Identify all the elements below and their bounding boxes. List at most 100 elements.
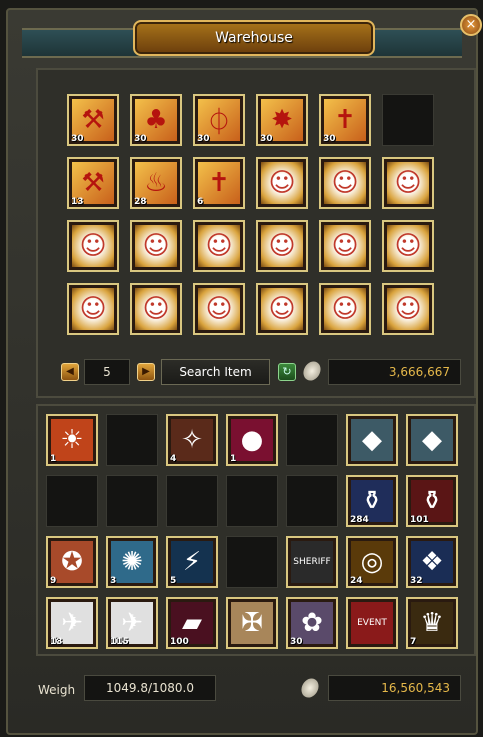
npc-portrait-icon: ☺: [387, 288, 429, 330]
item-quantity: 24: [350, 576, 363, 586]
empty-slot[interactable]: [286, 414, 338, 466]
item-slot[interactable]: ☀ 1: [46, 414, 98, 466]
item-quantity: 32: [410, 576, 423, 586]
item-slot[interactable]: ⚡ 5: [166, 536, 218, 588]
weight-value: 1049.8/1080.0: [84, 675, 216, 701]
npc-portrait-icon: ☺: [261, 225, 303, 267]
item-slot[interactable]: ♛ 7: [406, 597, 458, 649]
item-slot[interactable]: ☺: [256, 157, 308, 209]
flame-scroll-icon: ✧: [171, 419, 213, 461]
item-slot[interactable]: ☺: [382, 283, 434, 335]
item-quantity: 101: [410, 515, 429, 525]
weigh-label: Weigh: [38, 683, 76, 697]
item-quantity: 3: [110, 576, 117, 586]
item-slot[interactable]: ✿ 30: [286, 597, 338, 649]
item-slot[interactable]: ⏀ 30: [193, 94, 245, 146]
item-slot[interactable]: ✝ 6: [193, 157, 245, 209]
empty-slot[interactable]: [166, 475, 218, 527]
item-slot[interactable]: SHERIFF: [286, 536, 338, 588]
item-quantity: 13: [71, 197, 84, 207]
item-slot[interactable]: ☺: [193, 283, 245, 335]
item-slot[interactable]: ● 1: [226, 414, 278, 466]
royal-crest-icon: ♛: [411, 602, 453, 644]
item-slot[interactable]: ⚒ 30: [67, 94, 119, 146]
warehouse-gold: 3,666,667: [328, 359, 461, 385]
item-slot[interactable]: ◆: [346, 414, 398, 466]
empty-slot[interactable]: [226, 475, 278, 527]
event-box-icon: EVENT: [351, 602, 393, 644]
item-slot[interactable]: ♨ 28: [130, 157, 182, 209]
next-page-button[interactable]: ▶: [137, 363, 155, 381]
npc-portrait-icon: ☺: [324, 162, 366, 204]
npc-portrait-icon: ☺: [324, 288, 366, 330]
item-slot[interactable]: ☺: [382, 220, 434, 272]
item-slot[interactable]: ✧ 4: [166, 414, 218, 466]
item-slot[interactable]: ☺: [67, 283, 119, 335]
npc-portrait-icon: ☺: [324, 225, 366, 267]
item-quantity: 284: [350, 515, 369, 525]
item-slot[interactable]: ✺ 3: [106, 536, 158, 588]
item-slot[interactable]: ✪ 9: [46, 536, 98, 588]
item-quantity: 13: [50, 637, 63, 647]
prev-page-button[interactable]: ◀: [61, 363, 79, 381]
item-quantity: 115: [110, 637, 129, 647]
item-slot[interactable]: ◎ 24: [346, 536, 398, 588]
item-slot[interactable]: ♣ 30: [130, 94, 182, 146]
item-slot[interactable]: ⚒ 13: [67, 157, 119, 209]
item-quantity: 28: [134, 197, 147, 207]
item-quantity: 1: [230, 454, 237, 464]
purple-map-icon: ✠: [231, 602, 273, 644]
item-slot[interactable]: ☺: [193, 220, 245, 272]
item-slot[interactable]: EVENT: [346, 597, 398, 649]
item-slot[interactable]: ✈ 13: [46, 597, 98, 649]
item-quantity: 30: [323, 134, 336, 144]
item-slot[interactable]: ✸ 30: [256, 94, 308, 146]
item-slot[interactable]: ☺: [130, 283, 182, 335]
item-slot[interactable]: ⚱ 101: [406, 475, 458, 527]
item-slot[interactable]: ▰ 100: [166, 597, 218, 649]
item-quantity: 7: [410, 637, 417, 647]
close-button[interactable]: ×: [460, 14, 482, 36]
item-slot[interactable]: ☺: [319, 283, 371, 335]
item-slot[interactable]: ☺: [67, 220, 119, 272]
item-slot[interactable]: ⚱ 284: [346, 475, 398, 527]
swirl-scroll-icon: ✺: [111, 541, 153, 583]
npc-portrait-icon: ☺: [198, 225, 240, 267]
item-quantity: 100: [170, 637, 189, 647]
sheriff-badge-icon: SHERIFF: [291, 541, 333, 583]
npc-portrait-icon: ☺: [387, 225, 429, 267]
npc-portrait-icon: ☺: [135, 288, 177, 330]
refresh-icon[interactable]: ↻: [278, 363, 296, 381]
window-title: Warehouse: [133, 20, 375, 56]
blue-gem-icon: ◆: [411, 419, 453, 461]
item-slot[interactable]: ✝ 30: [319, 94, 371, 146]
npc-portrait-icon: ☺: [198, 288, 240, 330]
npc-portrait-icon: ☺: [72, 288, 114, 330]
item-quantity: 30: [134, 134, 147, 144]
empty-slot[interactable]: [106, 414, 158, 466]
npc-portrait-icon: ☺: [387, 162, 429, 204]
empty-slot[interactable]: [106, 475, 158, 527]
item-slot[interactable]: ☺: [319, 220, 371, 272]
item-quantity: 30: [290, 637, 303, 647]
item-slot[interactable]: ❖ 32: [406, 536, 458, 588]
item-slot[interactable]: ✈ 115: [106, 597, 158, 649]
search-item-button[interactable]: Search Item: [161, 359, 270, 385]
item-slot[interactable]: ☺: [382, 157, 434, 209]
empty-slot[interactable]: [226, 536, 278, 588]
empty-slot[interactable]: [286, 475, 338, 527]
item-slot[interactable]: ☺: [256, 220, 308, 272]
inventory-gold: 16,560,543: [328, 675, 461, 701]
item-quantity: 30: [260, 134, 273, 144]
page-number: 5: [84, 359, 130, 385]
item-quantity: 1: [50, 454, 57, 464]
item-slot[interactable]: ☺: [130, 220, 182, 272]
empty-slot[interactable]: [46, 475, 98, 527]
item-slot[interactable]: ◆: [406, 414, 458, 466]
item-slot[interactable]: ☺: [256, 283, 308, 335]
item-slot[interactable]: ☺: [319, 157, 371, 209]
blue-wand-icon: ⚡: [171, 541, 213, 583]
pentagram-scroll-icon: ✪: [51, 541, 93, 583]
item-slot[interactable]: ✠: [226, 597, 278, 649]
empty-slot[interactable]: [382, 94, 434, 146]
